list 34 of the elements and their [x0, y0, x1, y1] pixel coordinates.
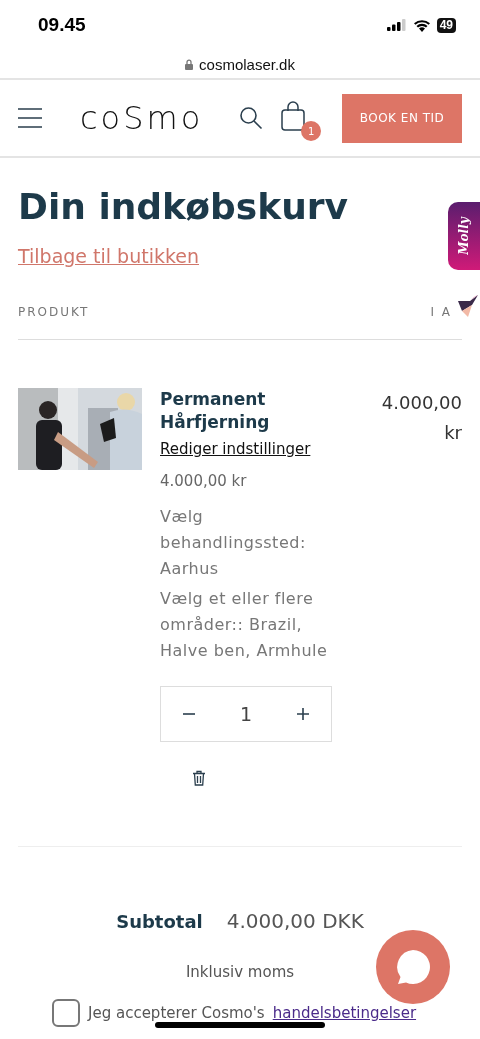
chat-bubble-icon — [394, 948, 432, 986]
column-header: I A — [430, 305, 452, 319]
trash-icon[interactable] — [192, 770, 206, 786]
product-option: Vælg behandlingssted: Aarhus — [160, 504, 340, 582]
quantity-value: 1 — [239, 703, 253, 725]
column-header: PRODUKT — [18, 305, 90, 319]
minus-icon[interactable] — [183, 713, 196, 715]
status-time: 09.45 — [38, 14, 86, 36]
menu-icon[interactable] — [18, 108, 42, 128]
side-tab[interactable]: Molly — [448, 202, 480, 270]
subtotal-value: 4.000,00 DKK — [226, 909, 364, 933]
url-text: cosmolaser.dk — [199, 55, 295, 73]
terms-text: Jeg accepterer Cosmo's — [88, 1004, 265, 1022]
subtotal-label: Subtotal — [116, 911, 203, 932]
edit-settings-link[interactable]: Rediger indstillinger — [160, 440, 311, 458]
product-name[interactable]: Permanent Hårfjerning — [160, 388, 290, 434]
line-total: 4.000,00 kr — [380, 391, 462, 445]
logo[interactable]: coSmo — [80, 99, 204, 137]
terms-link[interactable]: handelsbetingelser — [272, 1004, 417, 1022]
shopping-bag-icon[interactable] — [281, 101, 306, 131]
page-title: Din indkøbskurv — [18, 186, 349, 227]
battery-indicator: 49 — [436, 17, 456, 33]
cart-count-badge: 1 — [301, 121, 322, 141]
product-option: Vælg et eller flere områder:: Brazil, Halve ben, Armhule — [160, 586, 340, 664]
wifi-icon — [412, 18, 431, 32]
quantity-stepper[interactable]: 1 — [160, 686, 332, 742]
tax-note: Inklusiv moms — [184, 963, 296, 981]
side-tab-label: Molly — [457, 217, 471, 255]
unit-price: 4.000,00 kr — [160, 472, 247, 490]
search-icon[interactable] — [239, 106, 264, 130]
lock-icon — [185, 58, 194, 70]
plus-icon[interactable] — [296, 708, 309, 720]
terms-checkbox[interactable] — [52, 999, 80, 1027]
signal-icon — [386, 19, 407, 31]
